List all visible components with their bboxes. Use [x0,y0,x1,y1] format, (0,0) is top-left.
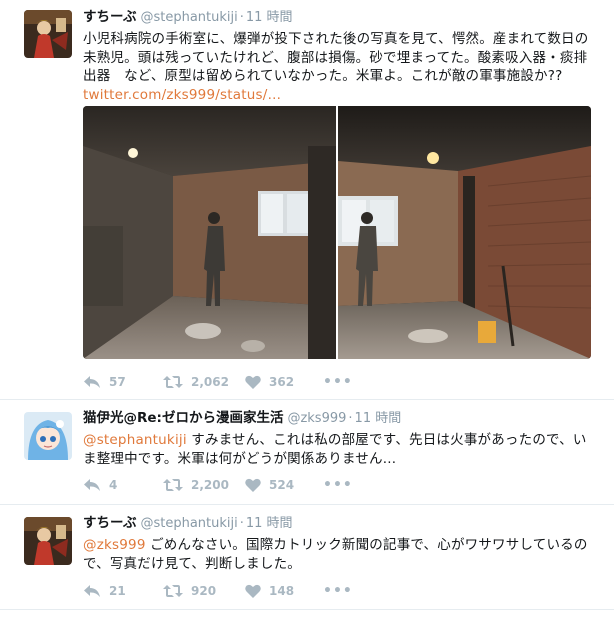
timestamp[interactable]: 11 時間 [246,10,293,25]
reply-button[interactable]: 57 [83,375,163,389]
retweet-count: 2,200 [191,478,229,492]
heart-icon [245,478,261,492]
timestamp[interactable]: 11 時間 [246,516,293,531]
reply-icon [84,479,100,491]
more-options-button[interactable]: ••• [323,583,353,599]
tweet[interactable]: すちーぶ @stephantukiji · 11 時間 @zks999 ごめんなさい。… [0,505,614,610]
retweet-button[interactable]: 2,200 [163,478,245,492]
more-icon: ••• [323,477,353,493]
photo-right[interactable] [338,106,591,359]
tweet-actions: 57 2,062 362 ••• [83,372,353,392]
heart-icon [245,584,261,598]
tweet-link[interactable]: twitter.com/zks999/status/… [83,87,281,103]
tweet-body: ごめんなさい。国際カトリック新聞の記事で、心がワサワサしているので、写真だけ見て… [83,537,588,572]
heart-icon [245,375,261,389]
retweet-icon [163,585,183,597]
like-count: 362 [269,375,295,389]
fullname[interactable]: すちーぶ [83,515,136,531]
tweet-header: すちーぶ @stephantukiji · 11 時間 [83,8,598,27]
reply-icon [84,376,100,388]
tweet[interactable]: すちーぶ @stephantukiji · 11 時間 小児科病院の手術室に、爆弾が投… [0,0,614,400]
mention-link[interactable]: @stephantukiji [83,432,187,448]
tweet-text: @zks999 ごめんなさい。国際カトリック新聞の記事で、心がワサワサしているの… [83,536,598,573]
retweet-icon [163,376,183,388]
avatar[interactable] [24,517,72,565]
tweet-header: 猫伊光@Re:ゼロから漫画家生活 @zks999 · 11 時間 [83,409,598,428]
retweet-button[interactable]: 920 [163,584,245,598]
reply-count: 21 [109,584,126,598]
like-button[interactable]: 524 [245,478,323,492]
avatar[interactable] [24,412,72,460]
separator-dot: · [348,411,353,426]
mention-link[interactable]: @zks999 [83,537,146,553]
like-count: 524 [269,478,295,492]
like-button[interactable]: 362 [245,375,323,389]
retweet-count: 920 [191,584,217,598]
burned-room-photo-right [338,106,591,359]
timeline: すちーぶ @stephantukiji · 11 時間 小児科病院の手術室に、爆弾が投… [0,0,614,626]
like-button[interactable]: 148 [245,584,323,598]
avatar-image [24,412,72,460]
fullname[interactable]: 猫伊光@Re:ゼロから漫画家生活 [83,410,283,426]
avatar-image [24,10,72,58]
like-count: 148 [269,584,295,598]
tweet-text: 小児科病院の手術室に、爆弾が投下された後の写真を見て、愕然。産まれて数日の未熟児… [83,30,598,104]
reply-button[interactable]: 21 [83,584,163,598]
reply-count: 4 [109,478,118,492]
retweet-count: 2,062 [191,375,229,389]
reply-button[interactable]: 4 [83,478,163,492]
username[interactable]: @stephantukiji [140,516,237,531]
username[interactable]: @stephantukiji [140,10,237,25]
timestamp[interactable]: 11 時間 [355,411,402,426]
photo-left[interactable] [83,106,336,359]
tweet-header: すちーぶ @stephantukiji · 11 時間 [83,514,598,533]
retweet-icon [163,479,183,491]
fullname[interactable]: すちーぶ [83,9,136,25]
reply-count: 57 [109,375,126,389]
tweet-body: 小児科病院の手術室に、爆弾が投下された後の写真を見て、愕然。産まれて数日の未熟児… [83,31,589,84]
tweet[interactable]: 猫伊光@Re:ゼロから漫画家生活 @zks999 · 11 時間 @stephantu… [0,400,614,505]
tweet-text: @stephantukiji すみません、これは私の部屋です、先日は火事があった… [83,431,598,468]
tweet-actions: 4 2,200 524 ••• [83,475,353,495]
more-icon: ••• [323,583,353,599]
separator-dot: · [239,10,244,25]
reply-icon [84,585,100,597]
more-options-button[interactable]: ••• [323,477,353,493]
burned-room-photo-left [83,106,336,359]
more-options-button[interactable]: ••• [323,374,353,390]
separator-dot: · [239,516,244,531]
retweet-button[interactable]: 2,062 [163,375,245,389]
media-gallery[interactable] [83,106,591,359]
more-icon: ••• [323,374,353,390]
avatar[interactable] [24,10,72,58]
avatar-image [24,517,72,565]
tweet-actions: 21 920 148 ••• [83,581,353,601]
username[interactable]: @zks999 [287,411,346,426]
